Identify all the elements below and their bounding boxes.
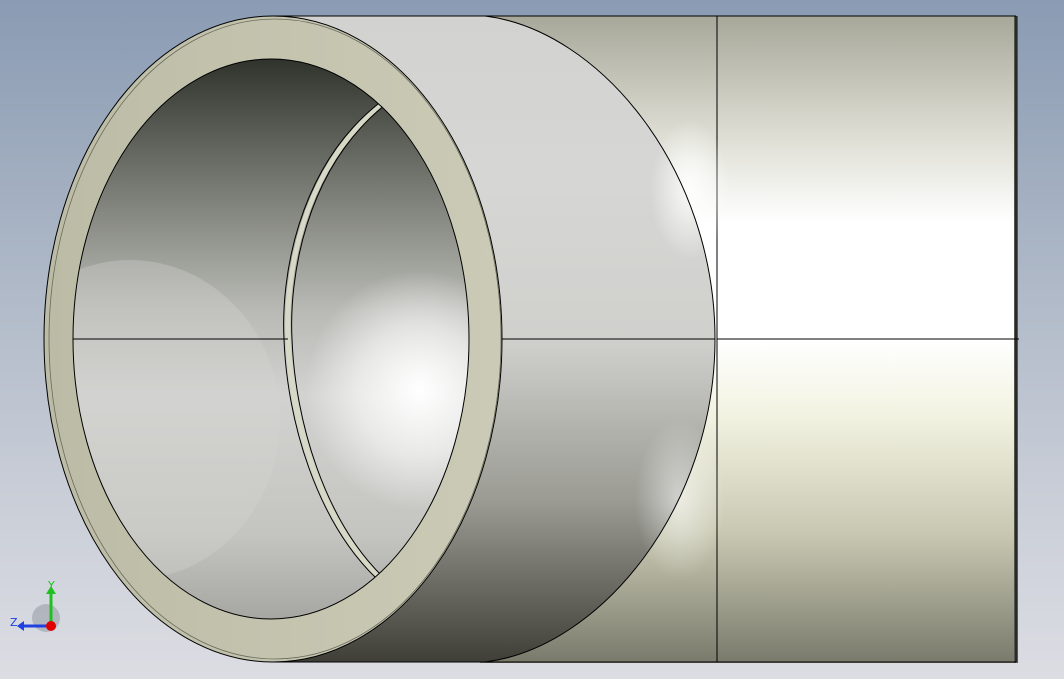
- triad-y-label: Y: [47, 579, 55, 592]
- triad-origin-shading: [32, 604, 60, 632]
- triad-z-arrow: [17, 621, 24, 631]
- coordinate-triad: Y Z: [10, 579, 60, 632]
- model-scene[interactable]: [0, 0, 1064, 679]
- triad-x-axis-dot: [46, 621, 56, 631]
- triad-z-label: Z: [10, 616, 18, 629]
- cad-viewport[interactable]: Y Z: [0, 0, 1064, 679]
